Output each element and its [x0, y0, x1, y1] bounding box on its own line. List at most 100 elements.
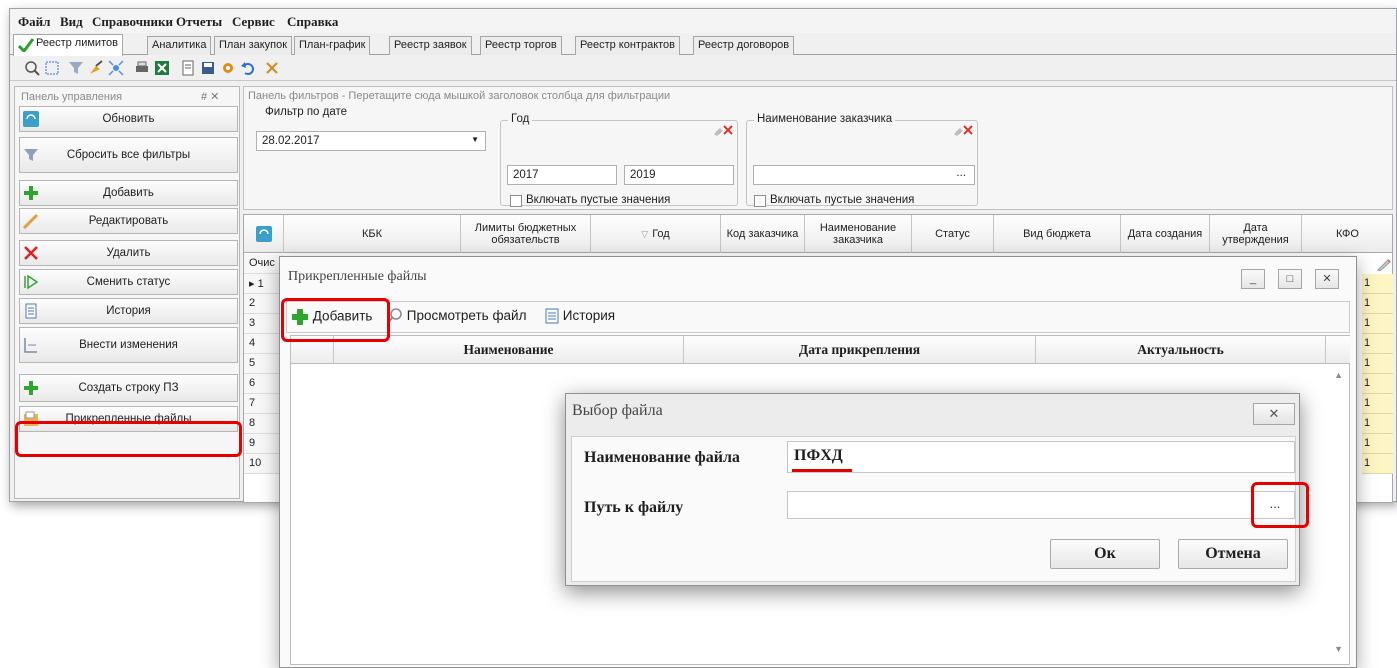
file-name-input[interactable]: ПФХД [787, 441, 1295, 473]
file-history-button[interactable]: История [545, 308, 615, 324]
make-changes-button[interactable]: Внести изменения [19, 327, 238, 363]
search-icon[interactable] [24, 60, 40, 76]
settings-icon[interactable] [220, 60, 236, 76]
undo-icon[interactable] [240, 60, 256, 76]
ok-button[interactable]: Ок [1050, 539, 1160, 569]
pencil-icon[interactable] [1377, 259, 1391, 271]
tab-procurement-plan[interactable]: План закупок [214, 36, 293, 55]
create-pz-row-button[interactable]: Создать строку ПЗ [19, 374, 238, 402]
browse-button[interactable]: ... [1262, 495, 1288, 517]
view-file-button[interactable]: Просмотреть файл [387, 308, 526, 325]
brush-icon[interactable] [88, 60, 104, 76]
kfo-cell[interactable]: 1 [1362, 394, 1393, 414]
tab-analytics[interactable]: Аналитика [147, 36, 212, 55]
kfo-cell[interactable]: 1 [1362, 454, 1393, 474]
attached-files-button[interactable]: Прикрепленные файлы [19, 406, 238, 432]
delete-button[interactable]: Удалить [19, 240, 238, 266]
menu-file[interactable]: Файл [18, 14, 50, 30]
excel-icon[interactable] [154, 60, 170, 76]
table-row[interactable]: 5 [244, 354, 284, 374]
table-row[interactable]: 6 [244, 374, 284, 394]
table-row[interactable]: 4 [244, 334, 284, 354]
table-row[interactable]: 3 [244, 314, 284, 334]
panel-pin-close[interactable]: # ✕ [201, 90, 219, 103]
column-created-date[interactable]: Дата создания [1121, 215, 1210, 253]
tab-contracts-registry[interactable]: Реестр контрактов [575, 36, 681, 55]
year-include-empty-checkbox[interactable] [510, 195, 522, 207]
cut-icon[interactable] [264, 60, 280, 76]
kfo-cell[interactable]: 1 [1362, 294, 1393, 314]
menu-service[interactable]: Сервис [232, 14, 275, 30]
clear-filter-icon[interactable] [713, 124, 733, 136]
column-attach-date[interactable]: Дата прикрепления [684, 336, 1036, 364]
column-kfo[interactable]: КФО [1302, 215, 1393, 253]
scroll-down-icon[interactable]: ▼ [1334, 644, 1343, 654]
kfo-cell[interactable]: 1 [1362, 374, 1393, 394]
add-button[interactable]: Добавить [19, 180, 238, 206]
column-customer-name[interactable]: Наименование заказчика [805, 215, 912, 253]
menu-reports[interactable]: Отчеты [176, 14, 222, 30]
kfo-cell[interactable]: 1 [1362, 354, 1393, 374]
scroll-up-icon[interactable]: ▲ [1334, 370, 1343, 380]
date-filter-field[interactable]: 28.02.2017 ▼ [256, 131, 486, 151]
column-budget-limits[interactable]: Лимиты бюджетных обязательств [461, 215, 591, 253]
file-name-label: Наименование файла [584, 449, 740, 466]
customer-input[interactable]: ... [753, 165, 975, 185]
file-name-value: ПФХД [794, 447, 843, 464]
history-button[interactable]: История [19, 298, 238, 324]
filter-icon[interactable] [68, 60, 84, 76]
menu-references[interactable]: Справочники [92, 14, 173, 30]
column-approved-date[interactable]: Дата утверждения [1210, 215, 1302, 253]
menu-help[interactable]: Справка [287, 14, 338, 30]
kfo-cell[interactable]: 1 [1362, 414, 1393, 434]
year-from-input[interactable]: 2017 [507, 165, 617, 185]
table-row[interactable]: 9 [244, 434, 284, 454]
kfo-cell[interactable]: 1 [1362, 274, 1393, 294]
kfo-cell[interactable]: 1 [1362, 314, 1393, 334]
select-icon[interactable] [44, 60, 60, 76]
table-row[interactable]: 8 [244, 414, 284, 434]
document-icon[interactable] [180, 60, 196, 76]
minimize-button[interactable]: _ [1241, 269, 1265, 289]
column-customer-code[interactable]: Код заказчика [721, 215, 805, 253]
edit-button[interactable]: Редактировать [19, 208, 238, 234]
maximize-button[interactable]: □ [1278, 269, 1302, 289]
close-button[interactable]: ✕ [1253, 403, 1295, 425]
column-year[interactable]: ▽ Год [591, 215, 721, 253]
column-budget-type[interactable]: Вид бюджета [994, 215, 1121, 253]
column-file-name[interactable]: Наименование [334, 336, 684, 364]
table-row[interactable]: 2 [244, 294, 284, 314]
table-row[interactable]: 7 [244, 394, 284, 414]
file-path-input[interactable] [787, 491, 1295, 519]
change-status-button[interactable]: Сменить статус [19, 269, 238, 295]
kfo-cell[interactable]: 1 [1362, 434, 1393, 454]
add-file-button[interactable]: Добавить [291, 308, 372, 326]
close-button[interactable]: ✕ [1315, 269, 1339, 289]
customer-browse-button[interactable]: ... [956, 167, 966, 179]
column-kbk[interactable]: КБК [284, 215, 461, 253]
tab-requests-registry[interactable]: Реестр заявок [389, 36, 472, 55]
tab-schedule[interactable]: План-график [294, 36, 371, 55]
kfo-cell[interactable]: 1 [1362, 334, 1393, 354]
reset-filters-button[interactable]: Сбросить все фильтры [19, 137, 238, 173]
year-to-input[interactable]: 2019 [624, 165, 734, 185]
customer-include-empty-checkbox[interactable] [754, 195, 766, 207]
clear-filter-icon[interactable] [953, 124, 973, 136]
grid-refresh-cell[interactable] [244, 215, 284, 253]
tab-tenders-registry[interactable]: Реестр торгов [480, 36, 562, 55]
chevron-down-icon[interactable]: ▼ [471, 135, 479, 144]
save-icon[interactable] [200, 60, 216, 76]
expand-icon[interactable] [108, 60, 124, 76]
filter-row-label[interactable]: Очис [244, 254, 284, 274]
menu-view[interactable]: Вид [60, 14, 83, 30]
filter-panel: Панель фильтров - Перетащите сюда мышкой… [243, 86, 1393, 210]
table-row[interactable]: ▸ 1 [244, 274, 284, 294]
tab-limits-registry[interactable]: Реестр лимитов [13, 34, 123, 56]
column-status[interactable]: Статус [912, 215, 994, 253]
cancel-button[interactable]: Отмена [1178, 539, 1288, 569]
print-icon[interactable] [134, 60, 150, 76]
table-row[interactable]: 10 [244, 454, 284, 474]
refresh-button[interactable]: Обновить [19, 106, 238, 132]
column-relevance[interactable]: Актуальность [1036, 336, 1326, 364]
tab-agreements-registry[interactable]: Реестр договоров [693, 36, 795, 55]
